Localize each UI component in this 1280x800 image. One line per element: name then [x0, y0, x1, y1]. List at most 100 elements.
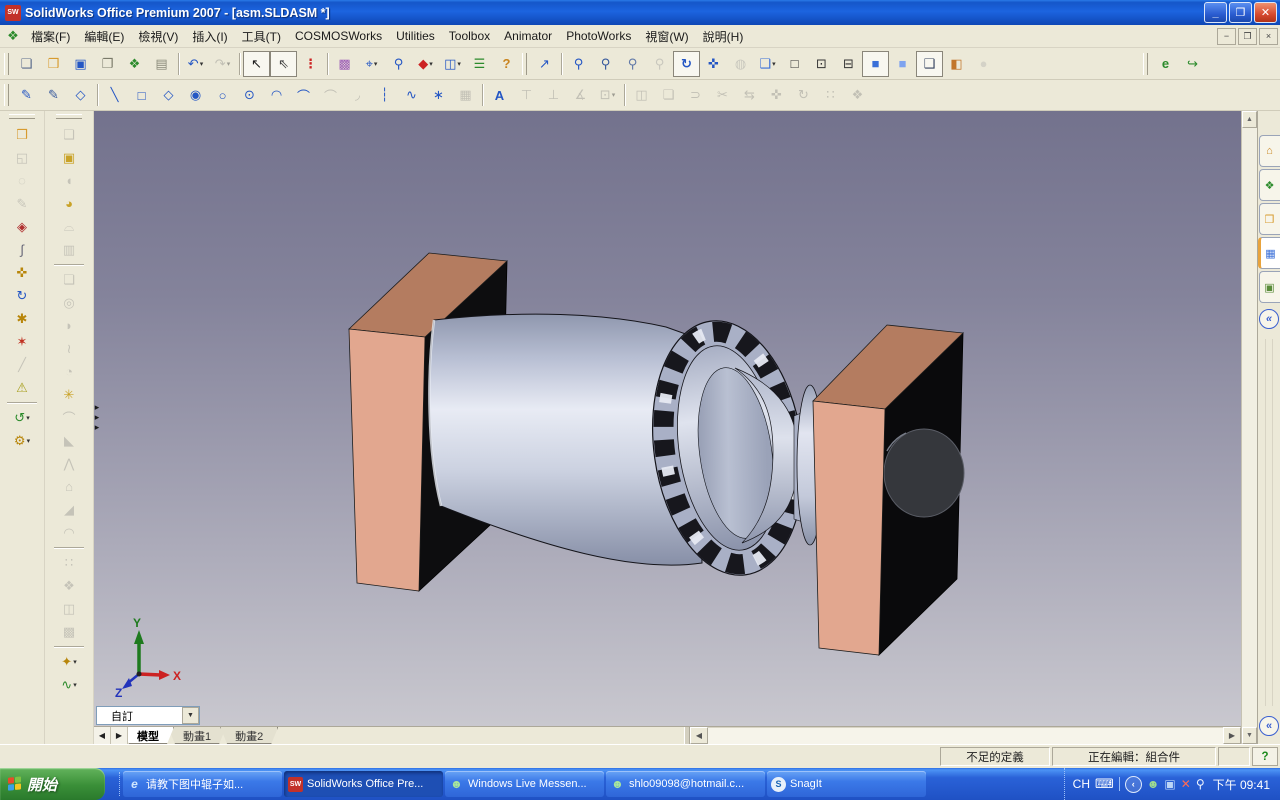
menu-toolbox[interactable]: Toolbox	[442, 27, 497, 45]
rebuild-button[interactable]: ⋮	[297, 51, 324, 77]
move-component-button[interactable]: ✜	[3, 261, 41, 284]
network-signal-tray-icon[interactable]: ▣	[1164, 777, 1175, 791]
curves-button[interactable]: ∿ ▾	[50, 673, 88, 696]
plane-button[interactable]: ⊤	[513, 82, 540, 108]
photoworks-items-tab[interactable]: ▣	[1258, 271, 1280, 303]
internet-explorer-button[interactable]: e	[1152, 51, 1179, 77]
hidden-lines-visible-button[interactable]: ⊡	[808, 51, 835, 77]
edit-part-button[interactable]: ▣	[50, 146, 88, 169]
menu-tools[interactable]: 工具(T)	[235, 26, 288, 47]
hole-button[interactable]: ◎	[50, 291, 88, 314]
extruded-boss-button[interactable]: ❑	[50, 123, 88, 146]
feature-panel-expand-arrows[interactable]: ▸▸▸	[94, 403, 103, 433]
open-button[interactable]: ❒	[40, 51, 67, 77]
tab-scroll-right-button[interactable]: ▶	[111, 727, 128, 744]
make-drawing-button[interactable]: ❐	[94, 51, 121, 77]
edit-color-button[interactable]: ▩	[331, 51, 358, 77]
menu-cosmosworks[interactable]: COSMOSWorks	[288, 27, 389, 45]
convert-entities-button[interactable]: ❏	[655, 82, 682, 108]
menu-insert[interactable]: 插入(I)	[185, 26, 234, 47]
mdi-restore-button[interactable]: ❐	[1238, 27, 1257, 45]
tab-scroll-left-button[interactable]: ◀	[94, 727, 111, 744]
sketch-text-button[interactable]: A	[486, 82, 513, 108]
view-orientation-button[interactable]: ↗	[531, 51, 558, 77]
circular-pattern-button[interactable]: ❖	[50, 574, 88, 597]
menu-file[interactable]: 檔案(F)	[24, 26, 77, 47]
centerpoint-arc-button[interactable]: ◠	[263, 82, 290, 108]
extruded-cut-button[interactable]: ❏	[50, 268, 88, 291]
trim-entities-button[interactable]: ✂	[709, 82, 736, 108]
measure-button[interactable]: ⌖ ▾	[358, 51, 385, 77]
shadows-button[interactable]: ❑	[916, 50, 943, 77]
zoom-fit-button[interactable]: ⚲	[565, 51, 592, 77]
menu-view[interactable]: 檢視(V)	[131, 26, 185, 47]
mdi-close-button[interactable]: ×	[1259, 27, 1278, 45]
insert-components-button[interactable]: ❒	[3, 123, 41, 146]
vscroll-up-icon[interactable]: ▲	[1242, 111, 1257, 128]
standard-views-button[interactable]: ❑ ▾	[754, 51, 781, 77]
reference-geometry-button[interactable]: ✦ ▾	[50, 650, 88, 673]
explode-line-sketch-button[interactable]: ╱	[3, 353, 41, 376]
lofted-boss-button[interactable]: ⌓	[50, 215, 88, 238]
hscroll-left-icon[interactable]: ◀	[690, 727, 708, 744]
vertical-scrollbar[interactable]: ▲ ▼	[1241, 111, 1257, 744]
draft-button[interactable]: ◢	[50, 498, 88, 521]
smart-mates-button[interactable]: ◈	[3, 215, 41, 238]
perimeter-circle-button[interactable]: ○	[209, 82, 236, 108]
menu-edit[interactable]: 編輯(E)	[77, 26, 131, 47]
sketch-button[interactable]: ✎	[13, 82, 40, 108]
status-help-button[interactable]: ?	[1252, 747, 1278, 766]
solidworks-office-button[interactable]: ❖	[121, 51, 148, 77]
rectangle-button[interactable]: □	[128, 82, 155, 108]
circular-sketch-pattern-button[interactable]: ❖	[844, 82, 871, 108]
menu-photoworks[interactable]: PhotoWorks	[559, 27, 638, 45]
keyboard-icon[interactable]: ⌨	[1095, 776, 1114, 792]
start-button[interactable]: 開始	[0, 768, 105, 800]
menu-utilities[interactable]: Utilities	[389, 27, 442, 45]
spline-button[interactable]: ∿	[398, 82, 425, 108]
close-button[interactable]: ✕	[1254, 2, 1277, 23]
language-indicator[interactable]: CH	[1073, 777, 1090, 791]
zoom-area-button[interactable]: ⚲	[592, 51, 619, 77]
hide-show-components-button[interactable]: ◱	[3, 146, 41, 169]
restore-button[interactable]: ❐	[1229, 2, 1252, 23]
hscroll-right-icon[interactable]: ▶	[1223, 727, 1241, 744]
offset-entities-button[interactable]: ⊃	[682, 82, 709, 108]
save-button[interactable]: ▣	[67, 51, 94, 77]
ellipse-button[interactable]: ⊙	[236, 82, 263, 108]
collapse-taskpane-button[interactable]: «	[1259, 309, 1279, 329]
linear-sketch-pattern-button[interactable]: ∷	[817, 82, 844, 108]
section-view-button[interactable]: ◧	[943, 51, 970, 77]
point-button[interactable]: ∗	[425, 82, 452, 108]
lofted-cut-button[interactable]: ◔	[50, 360, 88, 383]
mdi-minimize-button[interactable]: −	[1217, 27, 1236, 45]
combo-dropdown-icon[interactable]: ▼	[182, 707, 199, 724]
wireframe-button[interactable]: □	[781, 51, 808, 77]
revolved-cut-button[interactable]: ◗	[50, 314, 88, 337]
new-document-button[interactable]: ❏	[13, 51, 40, 77]
3d-sketch-button[interactable]: ✎	[40, 82, 67, 108]
edit-component-button[interactable]: ✎	[3, 192, 41, 215]
sketch-fillet-button[interactable]: ◞	[344, 82, 371, 108]
hyperlink-button[interactable]: ↪	[1179, 51, 1206, 77]
select-button[interactable]: ↖	[243, 50, 270, 77]
pan-button[interactable]: ✜	[700, 51, 727, 77]
smart-fasteners-button[interactable]: ✱	[3, 307, 41, 330]
dimension-button[interactable]: ⊡ ▾	[594, 82, 621, 108]
rotate-view-button[interactable]: ↻	[673, 50, 700, 77]
search-tray-icon[interactable]: ⚲	[1196, 777, 1205, 791]
construction-geometry-button[interactable]: ▦	[452, 82, 479, 108]
zoom-in-out-button[interactable]: ⚲	[619, 51, 646, 77]
tab-animation1[interactable]: 動畫1	[168, 727, 226, 744]
orientation-combo[interactable]: 自訂 ▼	[96, 706, 200, 725]
tab-animation2[interactable]: 動畫2	[220, 727, 278, 744]
split-window-button[interactable]: ◫ ▾	[439, 51, 466, 77]
mirror-entities-button[interactable]: ◫	[628, 82, 655, 108]
simulation-button[interactable]: ↺ ▾	[3, 406, 41, 429]
task-msn-contact[interactable]: ☻ shlo09098@hotmail.c...	[606, 771, 765, 797]
thicken-button[interactable]: ▥	[50, 238, 88, 261]
rib-button[interactable]: ⋀	[50, 452, 88, 475]
zoom-selection-button[interactable]: ⚲	[646, 51, 673, 77]
dome-button[interactable]: ◠	[50, 521, 88, 544]
view-palette-tab[interactable]: ▦	[1257, 237, 1280, 269]
